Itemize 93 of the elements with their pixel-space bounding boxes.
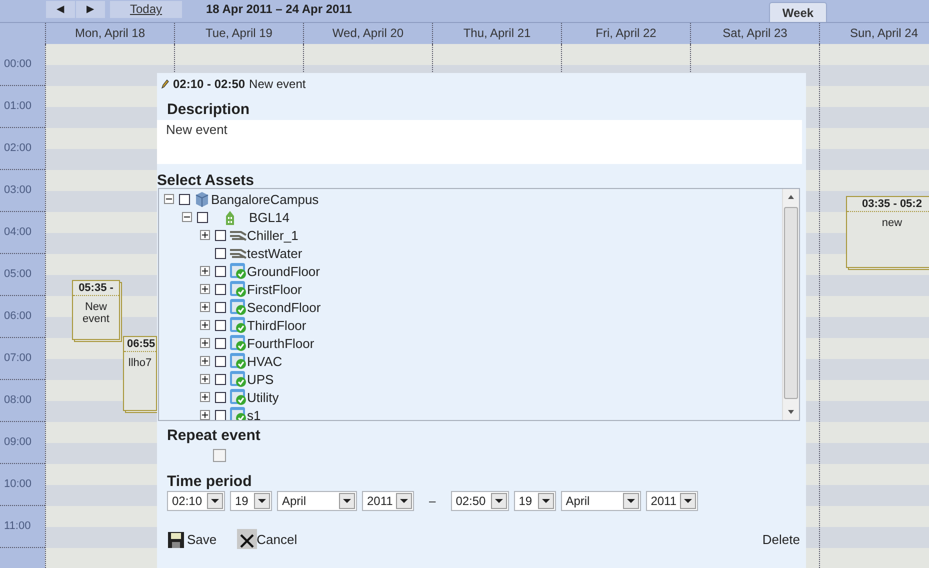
caret-icon — [490, 493, 507, 509]
tree-checkbox[interactable] — [215, 284, 226, 294]
expand-icon[interactable] — [200, 230, 210, 240]
dialog-title: New event — [249, 77, 306, 91]
dropdown[interactable]: April — [277, 491, 357, 511]
pencil-icon — [161, 79, 169, 89]
expand-icon[interactable] — [200, 374, 210, 384]
checked-folder-icon — [229, 298, 247, 316]
section-heading: Description — [166, 100, 251, 120]
tree-item-label[interactable]: BangaloreCampus — [211, 192, 319, 206]
tree-checkbox[interactable] — [179, 194, 190, 204]
expand-icon[interactable] — [200, 338, 210, 348]
cancel-button[interactable]: Cancel — [236, 529, 298, 549]
tree-item-label[interactable]: BGL14 — [249, 210, 290, 224]
checked-folder-icon — [229, 262, 247, 280]
save-button[interactable]: Save — [167, 529, 217, 549]
tree-checkbox[interactable] — [215, 248, 226, 258]
previous-button[interactable]: ◀ — [46, 0, 75, 18]
section-heading: Select Assets — [157, 171, 256, 188]
expand-icon[interactable] — [200, 302, 210, 312]
tree-item-label[interactable]: s1 — [247, 408, 261, 420]
dropdown[interactable]: April — [560, 491, 641, 511]
tree-checkbox[interactable] — [215, 338, 226, 348]
tree-checkbox[interactable] — [215, 230, 226, 240]
event-card[interactable]: 03:35 - 05:2 new — [846, 196, 929, 268]
dialog-time: 02:10 - 02:50 — [173, 77, 246, 91]
checked-folder-icon — [229, 370, 247, 388]
cube-icon — [193, 190, 211, 208]
delete-button[interactable]: Delete — [762, 532, 800, 546]
event-title: New event — [82, 300, 110, 325]
expand-icon[interactable] — [200, 266, 210, 276]
caret-icon — [254, 493, 270, 509]
collapse-icon[interactable] — [164, 194, 174, 204]
dropdown[interactable]: 19 — [230, 491, 272, 511]
date-range: 18 Apr 2011 – 24 Apr 2011 — [206, 2, 352, 16]
today-button[interactable]: Today — [110, 0, 182, 18]
caret-icon — [339, 493, 355, 509]
description-field[interactable]: New event — [157, 120, 802, 164]
event-card[interactable]: 05:35 - New event — [72, 280, 120, 340]
expand-icon[interactable] — [200, 392, 210, 402]
view-tab[interactable]: Week — [769, 2, 827, 22]
event-time: 06:55 — [124, 337, 156, 352]
section-heading: Repeat event — [166, 426, 262, 444]
expand-icon[interactable] — [200, 410, 210, 420]
dropdown[interactable]: 2011 — [646, 491, 698, 511]
range-separator: – — [429, 494, 436, 508]
expand-icon[interactable] — [200, 356, 210, 366]
collapse-icon[interactable] — [182, 212, 192, 222]
next-button[interactable]: ▶ — [76, 0, 105, 18]
checked-folder-icon — [229, 334, 247, 352]
tree-item-label[interactable]: ThirdFloor — [247, 318, 306, 332]
caret-icon — [680, 493, 696, 509]
caret-icon — [538, 493, 554, 509]
tree-checkbox[interactable] — [215, 266, 226, 276]
dropdown[interactable]: 19 — [514, 491, 556, 511]
tree-checkbox[interactable] — [215, 392, 226, 402]
tree-item-label[interactable]: Utility — [247, 390, 279, 404]
section-heading: Time period — [166, 472, 253, 491]
dropdown[interactable]: 02:50 — [450, 491, 509, 511]
event-title: llho7 — [127, 356, 153, 369]
event-time: 03:35 - 05:2 — [847, 197, 929, 212]
tree-item-label[interactable]: UPS — [247, 372, 274, 386]
checked-folder-icon — [229, 352, 247, 370]
event-time: 05:35 - — [73, 281, 119, 296]
expand-icon[interactable] — [200, 320, 210, 330]
repeat-checkbox[interactable] — [213, 449, 226, 462]
expand-icon[interactable] — [200, 284, 210, 294]
caret-icon — [396, 493, 412, 509]
checked-folder-icon — [229, 388, 247, 406]
tree-item-label[interactable]: testWater — [247, 246, 302, 260]
tree-item-label[interactable]: Chiller_1 — [247, 228, 298, 242]
dropdown[interactable]: 02:10 — [167, 491, 225, 511]
tree-item-label[interactable]: GroundFloor — [247, 264, 320, 278]
tree-item-label[interactable]: SecondFloor — [247, 300, 321, 314]
tree-checkbox[interactable] — [215, 356, 226, 366]
tree-item-label[interactable]: FourthFloor — [247, 336, 314, 350]
scrollbar-thumb[interactable] — [784, 207, 798, 399]
scrollbar[interactable] — [782, 189, 799, 420]
tree-checkbox[interactable] — [197, 212, 208, 222]
event-title: new — [880, 216, 904, 229]
tree-checkbox[interactable] — [215, 320, 226, 330]
tree-item-label[interactable]: HVAC — [247, 354, 282, 368]
tree-item-label[interactable]: FirstFloor — [247, 282, 302, 296]
checked-folder-icon — [229, 316, 247, 334]
dropdown[interactable]: 2011 — [362, 491, 414, 511]
checked-folder-icon — [229, 280, 247, 298]
tree-checkbox[interactable] — [215, 410, 226, 420]
tree-checkbox[interactable] — [215, 374, 226, 384]
x-mark-icon — [236, 529, 257, 549]
event-card[interactable]: 06:55 llho7 — [123, 336, 157, 411]
caret-icon — [622, 493, 639, 509]
caret-icon — [207, 493, 223, 509]
tree-checkbox[interactable] — [215, 302, 226, 312]
